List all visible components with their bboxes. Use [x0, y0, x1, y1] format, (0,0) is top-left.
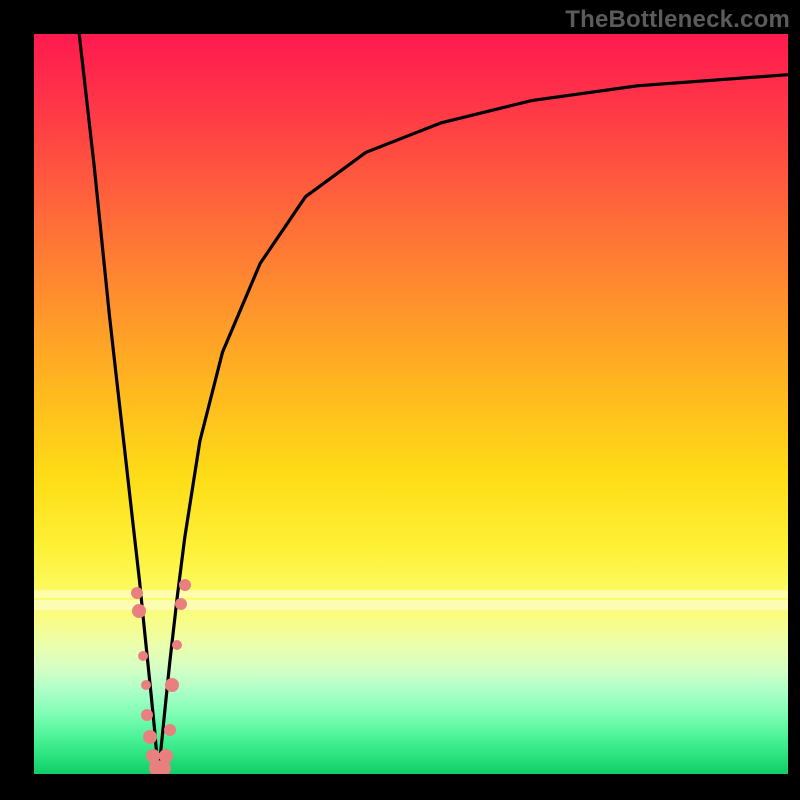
data-marker: [141, 709, 153, 721]
chart-frame: TheBottleneck.com: [0, 0, 800, 800]
data-marker: [138, 651, 148, 661]
data-marker: [175, 598, 187, 610]
data-marker: [179, 579, 191, 591]
curve-left-branch: [79, 34, 158, 774]
curves-svg: [34, 34, 788, 774]
data-marker: [143, 730, 157, 744]
data-marker: [165, 678, 179, 692]
plot-area: [34, 34, 788, 774]
data-marker: [172, 640, 182, 650]
curve-right-branch: [158, 75, 788, 774]
data-marker: [132, 604, 146, 618]
data-marker: [159, 749, 173, 763]
watermark-text: TheBottleneck.com: [565, 6, 790, 34]
data-marker: [131, 587, 143, 599]
data-marker: [141, 680, 151, 690]
data-marker: [164, 724, 176, 736]
